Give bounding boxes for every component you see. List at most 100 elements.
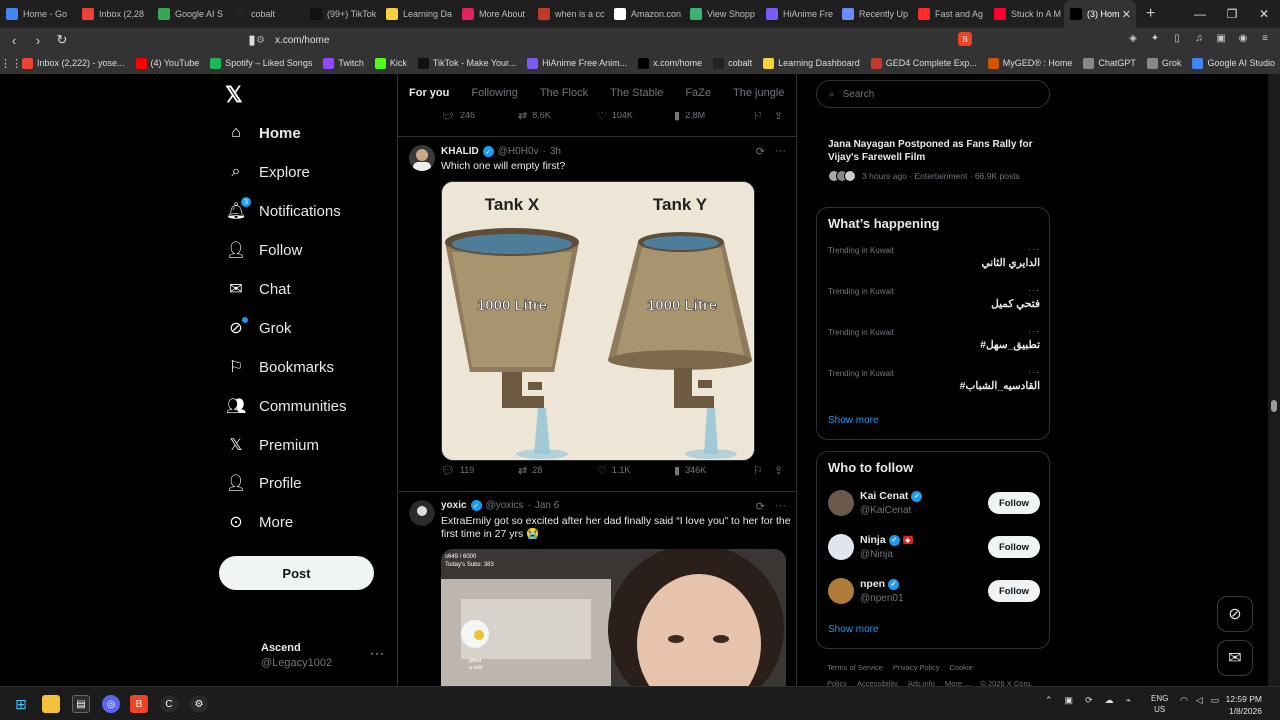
nav-communities[interactable]: 👥︎ Communities — [226, 397, 347, 416]
feed-tab[interactable]: Following — [460, 87, 528, 99]
follow-suggestion[interactable]: Ninja ✓ ◆ @Ninja Follow — [828, 534, 1040, 564]
browser-tab[interactable]: Recently Up — [836, 0, 912, 28]
trend-more-icon[interactable]: ··· — [1028, 244, 1040, 254]
author-name[interactable]: yoxic — [441, 500, 467, 511]
media-icon[interactable]: ♫ — [1192, 31, 1206, 45]
reply-button[interactable]: 💬︎ 119 — [441, 464, 474, 477]
site-info-icon[interactable]: ⚙ — [256, 35, 265, 46]
bookmark-item[interactable]: MyGED® : Home — [987, 57, 1072, 69]
bookmark-item[interactable]: TikTok - Make Your... — [417, 57, 516, 69]
vpn-icon[interactable]: ◉ — [1236, 31, 1250, 45]
nav-chat[interactable]: ✉ Chat — [227, 280, 290, 299]
trend-item[interactable]: Trending in Kuwait فتحي كميل ··· — [828, 285, 1040, 310]
discord-icon[interactable]: ◎ — [102, 695, 120, 713]
bookmark-item[interactable]: (4) YouTube — [135, 57, 199, 69]
maximize-icon[interactable]: ❐ — [1216, 0, 1248, 28]
extension-icon[interactable]: ◈ — [1126, 31, 1140, 45]
nav-grok[interactable]: ⊘ Grok — [227, 317, 292, 337]
quick-settings[interactable]: ◠ ◁ ▭ — [1180, 695, 1219, 706]
language-indicator[interactable]: ENG US — [1151, 693, 1168, 715]
nav-notifications[interactable]: 🔔︎ 3 Notifications — [226, 197, 341, 220]
bookmark-item[interactable]: Google AI Studio — [1192, 57, 1275, 69]
menu-icon[interactable]: ≡ — [1258, 31, 1272, 45]
browser-tab[interactable]: Learning Da — [380, 0, 456, 28]
address-bar[interactable]: ⚙ x.com/home — [256, 31, 982, 49]
browser-tab[interactable]: Google AI S — [152, 0, 228, 28]
nav-follow[interactable]: 👤︎ Follow — [226, 241, 303, 260]
browser-tab[interactable]: HiAnime Fre — [760, 0, 836, 28]
share-button[interactable]: ⇪ — [774, 464, 783, 477]
nav-bookmarks[interactable]: ⚐ Bookmarks — [227, 358, 334, 377]
tray-cloud-icon[interactable]: ☁ — [1105, 695, 1114, 706]
author-handle[interactable]: @yoxics — [486, 500, 524, 511]
repost-button[interactable]: ⇄ 28 — [518, 464, 542, 477]
app-icon[interactable]: C — [160, 695, 178, 713]
search-box[interactable]: ⌕ Search — [816, 80, 1050, 108]
feed-tab[interactable]: BA — [795, 87, 796, 99]
browser-tab[interactable]: View Shopp — [684, 0, 760, 28]
feed-tab[interactable]: The Flock — [529, 87, 599, 99]
store-icon[interactable]: ▤ — [72, 695, 90, 713]
browser-tab[interactable]: Stuck In A M — [988, 0, 1064, 28]
messages-fab[interactable]: ✉ — [1217, 640, 1253, 676]
nav-profile[interactable]: 👤︎ Profile — [226, 474, 302, 493]
tray-app-icon[interactable]: ▣ — [1065, 695, 1074, 706]
bookmark-item[interactable]: cobalt — [713, 57, 752, 69]
steam-icon[interactable]: ⚙ — [190, 695, 208, 713]
trend-item[interactable]: Trending in Kuwait الدايري الثاني ··· — [828, 244, 1040, 269]
footer-link[interactable]: Accessibility — [857, 679, 898, 686]
puzzle-icon[interactable]: ✦ — [1148, 31, 1162, 45]
browser-tab[interactable]: Home - Go — [0, 0, 76, 28]
browser-tab[interactable]: cobalt — [228, 0, 304, 28]
close-window-icon[interactable]: ✕ — [1248, 0, 1280, 28]
bookmark-item[interactable]: Learning Dashboard — [763, 57, 860, 69]
more-icon[interactable]: ··· — [775, 500, 786, 513]
windows-start-icon[interactable]: ⊞ — [12, 695, 30, 713]
follow-button[interactable]: Follow — [988, 492, 1040, 514]
reload-icon[interactable]: ↻ — [52, 30, 72, 50]
bookmark-item[interactable]: x.com/home — [638, 57, 702, 69]
feed-tab[interactable]: The jungle — [722, 87, 795, 99]
trend-more-icon[interactable]: ··· — [1028, 367, 1040, 377]
tray-usb-icon[interactable]: ⌁ — [1126, 695, 1131, 706]
new-tab-icon[interactable]: + — [1136, 5, 1165, 23]
bookmark-item[interactable]: Grok — [1146, 57, 1181, 69]
page-scrollbar[interactable] — [1268, 74, 1280, 686]
x-logo-icon[interactable]: 𝕏 — [225, 84, 247, 106]
tweet-time[interactable]: 3h — [550, 146, 561, 157]
bookmark-item[interactable]: Inbox (2,222) - yose... — [22, 57, 125, 69]
news-card[interactable]: Jana Nayagan Postponed as Fans Rally for… — [816, 114, 1050, 198]
more-icon[interactable]: ··· — [775, 145, 786, 158]
browser-tab[interactable]: More About — [456, 0, 532, 28]
post-button[interactable]: Post — [219, 556, 374, 590]
bookmark-item[interactable]: GED4 Complete Exp... — [870, 57, 977, 69]
bookmark-tweet-button[interactable]: ⚐ — [753, 464, 763, 477]
grok-explain-icon[interactable]: ⟳ — [756, 500, 765, 513]
like-button[interactable]: ♡ 1.1K — [597, 464, 630, 477]
footer-link[interactable]: More ... — [945, 679, 970, 686]
browser-tab[interactable]: Inbox (2,28 — [76, 0, 152, 28]
bookmark-item[interactable]: Kick — [374, 57, 407, 69]
browser-tab[interactable]: Amazon.con — [608, 0, 684, 28]
bookmark-item[interactable]: Twitch — [323, 57, 364, 69]
avatar[interactable] — [409, 145, 435, 171]
follow-button[interactable]: Follow — [988, 536, 1040, 558]
browser-tab[interactable]: when is a cc — [532, 0, 608, 28]
nav-premium[interactable]: 𝕏 Premium — [227, 436, 319, 455]
author-handle[interactable]: @H0H0v — [498, 146, 539, 157]
close-tab-icon[interactable]: ✕ — [1122, 8, 1131, 21]
brave-icon[interactable]: B — [130, 695, 148, 713]
account-switcher[interactable]: Ascend @Legacy1002 — [261, 642, 332, 669]
browser-tab[interactable]: Fast and Ag — [912, 0, 988, 28]
tray-sync-icon[interactable]: ⟳ — [1085, 695, 1093, 706]
scrollbar-thumb[interactable] — [1271, 400, 1277, 412]
grok-explain-icon[interactable]: ⟳ — [756, 145, 765, 158]
trend-more-icon[interactable]: ··· — [1028, 285, 1040, 295]
avatar[interactable] — [828, 578, 854, 604]
footer-link[interactable]: Terms of Service — [827, 663, 883, 672]
avatar[interactable] — [409, 500, 435, 526]
sidebar-icon[interactable]: ▯ — [1170, 31, 1184, 45]
forward-icon[interactable]: › — [28, 30, 48, 50]
bookmark-item[interactable]: Spotify – Liked Songs — [210, 57, 312, 69]
feed-tab[interactable]: The Stable — [599, 87, 674, 99]
